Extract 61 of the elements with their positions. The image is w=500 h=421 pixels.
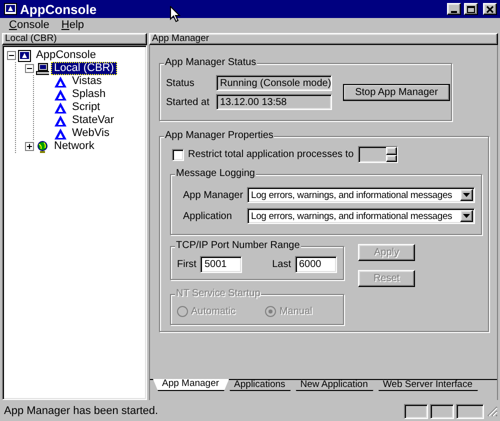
dropdown[interactable]: Log errors, warnings, and informational messages [247, 187, 475, 203]
tree-item[interactable]: StateVar [69, 114, 117, 127]
tree-item[interactable]: AppConsole [33, 49, 99, 62]
pane-header: App Manager [149, 33, 498, 45]
cursor-icon [170, 6, 181, 23]
input-field[interactable]: 6000 [295, 256, 337, 273]
radio-label: Manual [279, 306, 312, 317]
input-field[interactable]: 5001 [200, 256, 242, 273]
app-icon [54, 102, 67, 114]
app-icon [54, 114, 67, 126]
status-field: Running (Console mode) [216, 75, 332, 91]
tree-item[interactable]: Vistas [69, 75, 105, 88]
size-grip-icon [486, 405, 498, 417]
field-label: Last [272, 259, 291, 270]
status-panel [430, 404, 454, 418]
tree-item[interactable]: WebVis [69, 127, 113, 140]
tab[interactable]: App Manager [153, 379, 230, 391]
field-label: Status [166, 78, 196, 88]
status-panel [456, 404, 484, 418]
tree-item[interactable]: Script [69, 101, 104, 114]
tree-item[interactable]: Local (CBR) [51, 62, 117, 75]
maximize-button[interactable] [464, 3, 478, 15]
group-title: TCP/IP Port Number Range [175, 240, 301, 252]
expander-icon[interactable] [7, 51, 16, 60]
computer-icon [36, 62, 49, 74]
caret-icon [463, 193, 470, 197]
stop-button[interactable]: Stop App Manager [343, 84, 450, 101]
close-button[interactable] [483, 3, 497, 15]
started-field: 13.12.00 13:58 [216, 94, 332, 110]
tree-item[interactable]: Splash [69, 88, 109, 101]
app-icon [54, 88, 67, 100]
group-title: Message Logging [175, 168, 256, 180]
caret-icon [463, 214, 470, 218]
app-icon [54, 128, 67, 140]
tree-item[interactable]: Network [51, 140, 98, 153]
field-label: Application [182, 210, 233, 222]
field-label: Started at [166, 96, 210, 108]
group-title: App Manager Status [164, 57, 258, 69]
menu-item[interactable]: Help [55, 19, 90, 31]
app-icon [4, 3, 17, 15]
checkbox-label: Restrict total application processes to [188, 149, 354, 160]
field-label: First [177, 259, 196, 270]
menu-item[interactable]: Console [3, 19, 56, 31]
expander-icon[interactable] [25, 142, 34, 151]
checkbox[interactable] [172, 148, 184, 160]
console-icon [18, 50, 31, 62]
minimize-button[interactable] [447, 3, 461, 15]
close-icon [486, 6, 494, 12]
window-title: AppConsole [20, 2, 97, 16]
dropdown[interactable]: Log errors, warnings, and informational messages [247, 208, 475, 224]
globe-icon [36, 140, 49, 152]
group-title: NT Service Startup [175, 288, 262, 300]
group-title: App Manager Properties [164, 130, 274, 142]
radio-label: Automatic [191, 306, 236, 317]
status-text: App Manager has been started. [4, 405, 160, 417]
pane-header: Local (CBR) [2, 33, 147, 45]
app-icon [54, 76, 67, 88]
maximize-icon [467, 6, 475, 12]
expander-icon[interactable] [25, 64, 34, 73]
status-panel [404, 404, 428, 418]
field-label: App Manager [182, 190, 243, 200]
